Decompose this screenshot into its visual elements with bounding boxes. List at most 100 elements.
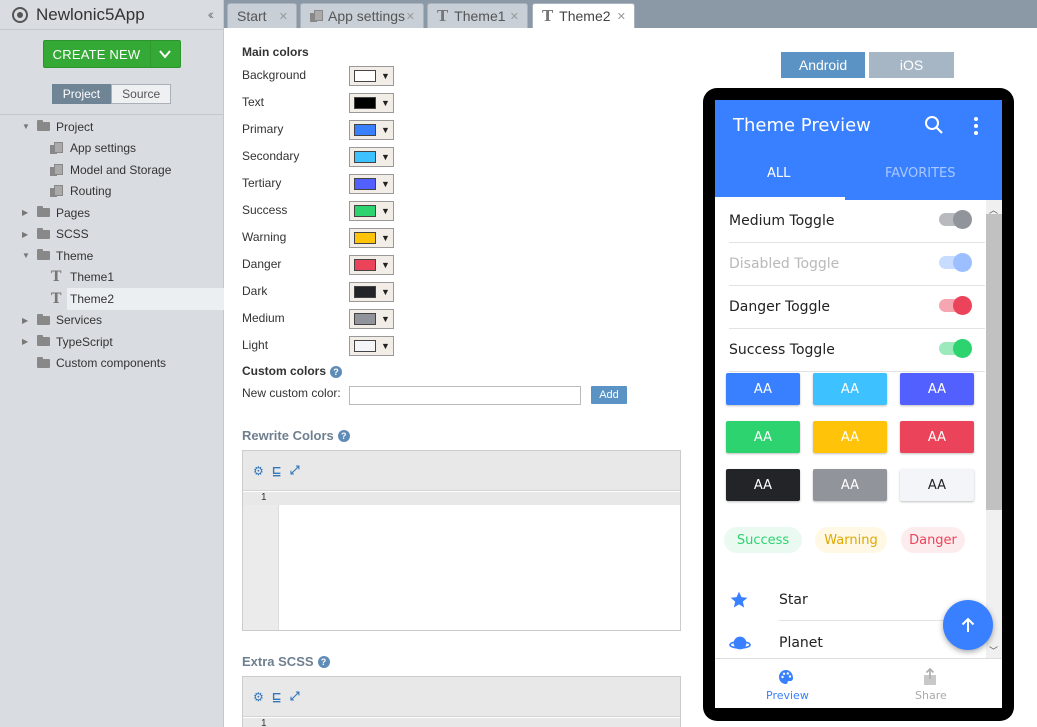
chip-danger[interactable]: Danger bbox=[901, 527, 965, 553]
close-icon[interactable]: ✕ bbox=[510, 10, 519, 23]
dropdown-arrow-icon[interactable]: ▼ bbox=[381, 341, 390, 351]
color-picker-tertiary[interactable]: ▼ bbox=[349, 174, 394, 194]
color-picker-secondary[interactable]: ▼ bbox=[349, 147, 394, 167]
dropdown-arrow-icon[interactable]: ▼ bbox=[381, 179, 390, 189]
color-preview-button[interactable]: AA bbox=[726, 373, 800, 405]
extra-scss-editor[interactable]: ⚙ ⊑ ⤢ 1 bbox=[242, 676, 681, 727]
tree-item-theme1[interactable]: T Theme1 bbox=[0, 267, 224, 289]
settings-icon[interactable]: ⚙ bbox=[253, 690, 264, 704]
create-new-button[interactable]: CREATE NEW bbox=[42, 40, 181, 68]
toggle-switch[interactable] bbox=[939, 210, 972, 229]
fullscreen-icon[interactable]: ⤢ bbox=[290, 689, 300, 704]
add-custom-color-button[interactable]: Add bbox=[591, 386, 627, 404]
bottom-tab-share[interactable]: Share bbox=[858, 659, 1001, 708]
caret-down-icon[interactable]: ▼ bbox=[22, 122, 32, 131]
close-icon[interactable]: ✕ bbox=[279, 10, 288, 23]
tree-item-scss[interactable]: ▶ SCSS bbox=[0, 224, 224, 246]
color-picker-primary[interactable]: ▼ bbox=[349, 120, 394, 140]
dropdown-arrow-icon[interactable]: ▼ bbox=[381, 287, 390, 297]
doc-tab-start[interactable]: Start ✕ bbox=[227, 3, 297, 28]
dropdown-arrow-icon[interactable]: ▼ bbox=[381, 98, 390, 108]
tree-item-theme2[interactable]: T Theme2 bbox=[51, 288, 224, 310]
tree-item-services[interactable]: ▶ Services bbox=[0, 310, 224, 332]
tree-item-model-and-storage[interactable]: Model and Storage bbox=[0, 159, 224, 181]
theme-settings: Main colors Background ▼ Text ▼ Primary ▼ Seco… bbox=[242, 28, 692, 727]
close-icon[interactable]: ✕ bbox=[617, 10, 626, 23]
color-preview-button[interactable]: AA bbox=[726, 421, 800, 453]
search-icon[interactable] bbox=[924, 115, 944, 135]
help-icon[interactable]: ? bbox=[330, 366, 343, 378]
dropdown-arrow-icon[interactable]: ▼ bbox=[381, 206, 390, 216]
caret-right-icon[interactable]: ▶ bbox=[22, 208, 32, 217]
platform-ios-button[interactable]: iOS bbox=[869, 52, 954, 78]
bottom-tab-preview[interactable]: Preview bbox=[715, 659, 858, 708]
caret-right-icon[interactable]: ▶ bbox=[22, 316, 32, 325]
settings-icon[interactable]: ⚙ bbox=[253, 464, 264, 478]
close-icon[interactable]: ✕ bbox=[406, 10, 415, 23]
chip-warning[interactable]: Warning bbox=[815, 527, 887, 553]
toggle-knob bbox=[953, 339, 972, 358]
fullscreen-icon[interactable]: ⤢ bbox=[290, 463, 300, 478]
bottom-tab-label: Preview bbox=[766, 689, 809, 702]
dropdown-arrow-icon[interactable]: ▼ bbox=[381, 125, 390, 135]
color-preview-button[interactable]: AA bbox=[813, 469, 887, 501]
caret-right-icon[interactable]: ▶ bbox=[22, 337, 32, 346]
color-picker-background[interactable]: ▼ bbox=[349, 66, 394, 86]
format-icon[interactable]: ⊑ bbox=[272, 690, 282, 704]
chevron-down-icon[interactable] bbox=[149, 41, 180, 67]
color-preview-button[interactable]: AA bbox=[813, 421, 887, 453]
tree-item-typescript[interactable]: ▶ TypeScript bbox=[0, 331, 224, 353]
collapse-sidebar-icon[interactable]: ‹‹ bbox=[208, 6, 215, 22]
tree-item-project[interactable]: ▼ Project bbox=[0, 116, 224, 138]
doc-tab-theme2[interactable]: T Theme2 ✕ bbox=[532, 3, 635, 28]
toggle-switch[interactable] bbox=[939, 339, 972, 358]
rewrite-colors-editor[interactable]: ⚙ ⊑ ⤢ 1 bbox=[242, 450, 681, 631]
color-picker-success[interactable]: ▼ bbox=[349, 201, 394, 221]
tree-item-routing[interactable]: Routing bbox=[0, 181, 224, 203]
color-picker-dark[interactable]: ▼ bbox=[349, 282, 394, 302]
tree-item-theme[interactable]: ▼ Theme bbox=[0, 245, 224, 267]
help-icon[interactable]: ? bbox=[317, 655, 330, 668]
scrollbar-thumb[interactable] bbox=[986, 214, 1002, 510]
color-picker-light[interactable]: ▼ bbox=[349, 336, 394, 356]
caret-down-icon[interactable]: ▼ bbox=[22, 251, 32, 260]
platform-android-button[interactable]: Android bbox=[781, 52, 865, 78]
color-preview-button[interactable]: AA bbox=[813, 373, 887, 405]
preview-header: Theme Preview ALL FAVORITES bbox=[715, 100, 1002, 200]
tree-item-custom-components[interactable]: Custom components bbox=[0, 353, 224, 375]
toggle-switch[interactable] bbox=[939, 296, 972, 315]
tab-source[interactable]: Source bbox=[111, 84, 172, 104]
dropdown-arrow-icon[interactable]: ▼ bbox=[381, 233, 390, 243]
format-icon[interactable]: ⊑ bbox=[272, 464, 282, 478]
doc-tab-label: Start bbox=[237, 8, 267, 24]
color-preview-button[interactable]: AA bbox=[900, 469, 974, 501]
preview-bottom-tabbar: Preview Share bbox=[715, 658, 1002, 708]
preview-tab-favorites[interactable]: FAVORITES bbox=[885, 166, 956, 181]
scroll-up-icon[interactable]: ︿ bbox=[989, 203, 998, 216]
dropdown-arrow-icon[interactable]: ▼ bbox=[381, 71, 390, 81]
color-preview-button[interactable]: AA bbox=[726, 469, 800, 501]
color-picker-warning[interactable]: ▼ bbox=[349, 228, 394, 248]
more-vertical-icon[interactable] bbox=[971, 116, 981, 136]
doc-tab-theme1[interactable]: T Theme1 ✕ bbox=[427, 3, 528, 28]
dropdown-arrow-icon[interactable]: ▼ bbox=[381, 314, 390, 324]
caret-right-icon[interactable]: ▶ bbox=[22, 230, 32, 239]
scroll-down-icon[interactable]: ﹀ bbox=[989, 644, 998, 657]
tree-item-pages[interactable]: ▶ Pages bbox=[0, 202, 224, 224]
tab-project[interactable]: Project bbox=[51, 84, 112, 104]
help-icon[interactable]: ? bbox=[337, 429, 350, 442]
new-custom-color-input[interactable] bbox=[349, 386, 581, 405]
tree-item-app-settings[interactable]: App settings bbox=[0, 138, 224, 160]
dropdown-arrow-icon[interactable]: ▼ bbox=[381, 260, 390, 270]
color-picker-text[interactable]: ▼ bbox=[349, 93, 394, 113]
chip-success[interactable]: Success bbox=[724, 527, 802, 553]
color-picker-danger[interactable]: ▼ bbox=[349, 255, 394, 275]
color-picker-medium[interactable]: ▼ bbox=[349, 309, 394, 329]
doc-tab-app-settings[interactable]: App settings ✕ bbox=[300, 3, 424, 28]
color-preview-button[interactable]: AA bbox=[900, 421, 974, 453]
preview-tab-all[interactable]: ALL bbox=[767, 166, 790, 181]
fab-button[interactable] bbox=[943, 600, 993, 650]
color-preview-button[interactable]: AA bbox=[900, 373, 974, 405]
color-label: Background bbox=[242, 68, 307, 82]
dropdown-arrow-icon[interactable]: ▼ bbox=[381, 152, 390, 162]
